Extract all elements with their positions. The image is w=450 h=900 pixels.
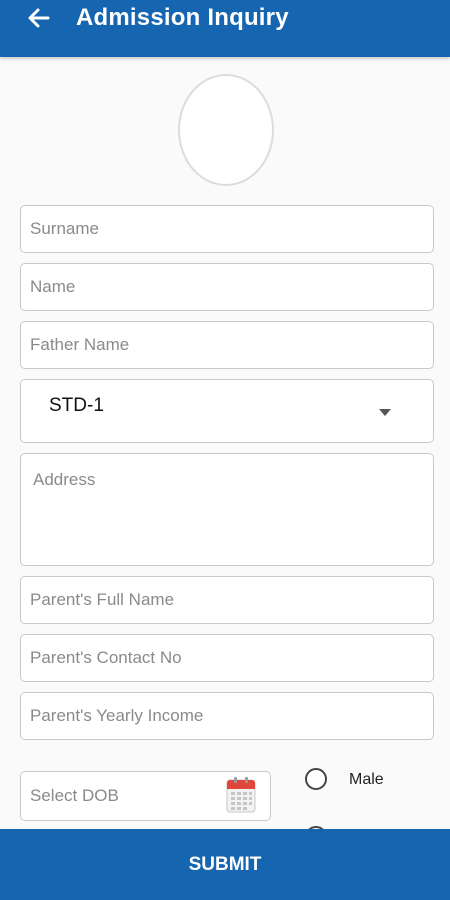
- parent-contact-field[interactable]: [20, 634, 434, 682]
- father-name-input[interactable]: [30, 322, 424, 368]
- standard-selected-value: STD-1: [49, 395, 104, 416]
- submit-button[interactable]: SUBMIT: [0, 829, 450, 900]
- submit-label: SUBMIT: [188, 853, 262, 875]
- parent-contact-input[interactable]: [30, 635, 424, 681]
- parent-full-name-input[interactable]: [30, 577, 424, 623]
- name-field[interactable]: [20, 263, 434, 311]
- surname-field[interactable]: [20, 205, 434, 253]
- parent-income-input[interactable]: [30, 693, 424, 739]
- dob-field[interactable]: [20, 771, 271, 821]
- app-bar: Admission Inquiry: [0, 0, 450, 57]
- gender-male-radio[interactable]: [305, 768, 327, 790]
- parent-income-field[interactable]: [20, 692, 434, 740]
- gender-male-label: Male: [349, 771, 384, 788]
- father-name-field[interactable]: [20, 321, 434, 369]
- calendar-icon[interactable]: [226, 776, 256, 814]
- address-input[interactable]: [30, 470, 424, 557]
- arrow-left-icon: [28, 8, 50, 28]
- address-field[interactable]: [20, 453, 434, 566]
- back-button[interactable]: [24, 4, 54, 32]
- name-input[interactable]: [30, 264, 424, 310]
- dob-input[interactable]: [30, 772, 220, 820]
- surname-input[interactable]: [30, 206, 424, 252]
- parent-full-name-field[interactable]: [20, 576, 434, 624]
- dropdown-caret-icon: [379, 409, 391, 416]
- profile-photo-picker[interactable]: [178, 74, 274, 186]
- page-title: Admission Inquiry: [76, 4, 289, 31]
- standard-select[interactable]: STD-1: [20, 379, 434, 443]
